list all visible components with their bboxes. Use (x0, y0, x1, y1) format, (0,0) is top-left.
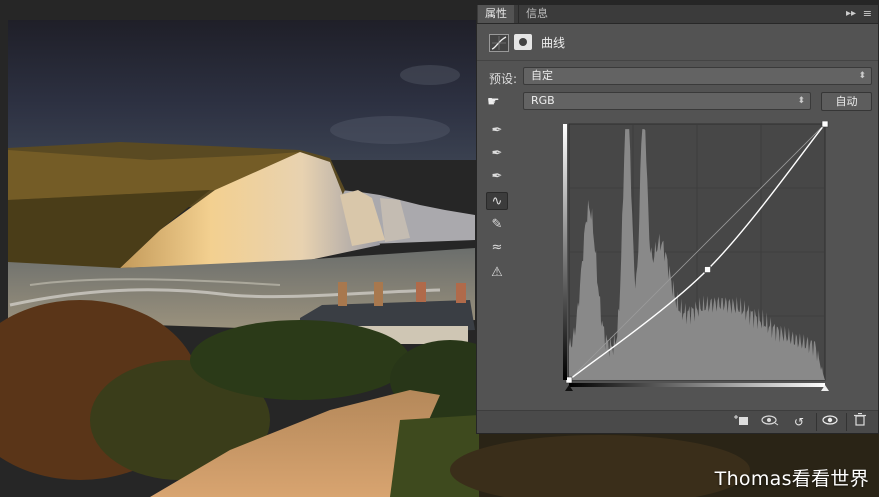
layer-mask-icon[interactable] (514, 34, 532, 50)
preset-dropdown[interactable]: 自定 ⬍ (523, 67, 872, 85)
watermark-text: Thomas看看世界 (714, 468, 869, 490)
clipping-warning-icon[interactable]: ⚠ (486, 264, 508, 282)
adjustment-title: 曲线 (541, 36, 566, 50)
reset-adjustment-icon[interactable]: ↺ (788, 413, 810, 431)
view-previous-state-icon[interactable] (759, 413, 781, 431)
preset-value: 自定 (531, 69, 553, 82)
tab-info[interactable]: 信息 (518, 5, 555, 23)
curves-adjustment-icon[interactable] (489, 34, 509, 52)
output-gradient-bar (563, 124, 567, 380)
panel-menu-icon[interactable]: ≡ (863, 5, 872, 23)
updown-arrow-icon: ⬍ (797, 96, 805, 106)
properties-panel: 属性 信息 ▸▸ ≡ 曲线 预设: 自定 ⬍ ☛ RGB ⬍ 自动 ✒ ✒ ✒ … (476, 4, 879, 434)
clip-to-layer-icon[interactable] (730, 413, 752, 431)
panel-tab-bar: 属性 信息 ▸▸ ≡ (477, 5, 878, 24)
curve-control-point[interactable] (704, 266, 711, 273)
collapse-panel-icon[interactable]: ▸▸ (846, 5, 856, 23)
input-gradient-bar (569, 383, 825, 387)
tab-properties[interactable]: 属性 (478, 5, 514, 23)
edit-points-curve-icon[interactable]: ∿ (486, 192, 508, 210)
auto-button[interactable]: 自动 (821, 92, 872, 111)
curves-graph[interactable] (562, 121, 832, 396)
toggle-visibility-icon[interactable] (819, 413, 841, 431)
panel-status-bar: ↺ (477, 410, 878, 433)
channel-dropdown[interactable]: RGB ⬍ (523, 92, 811, 110)
divider (816, 413, 817, 431)
on-image-adjust-hand-icon[interactable]: ☛ (487, 94, 500, 110)
delete-adjustment-icon[interactable] (849, 412, 871, 431)
channel-value: RGB (531, 94, 555, 107)
preset-label: 预设: (489, 72, 518, 86)
sample-black-point-icon[interactable]: ✒ (486, 122, 508, 140)
smooth-curve-icon[interactable]: ≈ (486, 239, 508, 257)
adjustment-header: 曲线 (477, 24, 878, 61)
updown-arrow-icon: ⬍ (858, 71, 866, 81)
sample-white-point-icon[interactable]: ✒ (486, 168, 508, 186)
divider (846, 413, 847, 431)
draw-pencil-icon[interactable]: ✎ (486, 216, 508, 234)
sample-gray-point-icon[interactable]: ✒ (486, 145, 508, 163)
curve-control-point[interactable] (821, 121, 829, 128)
